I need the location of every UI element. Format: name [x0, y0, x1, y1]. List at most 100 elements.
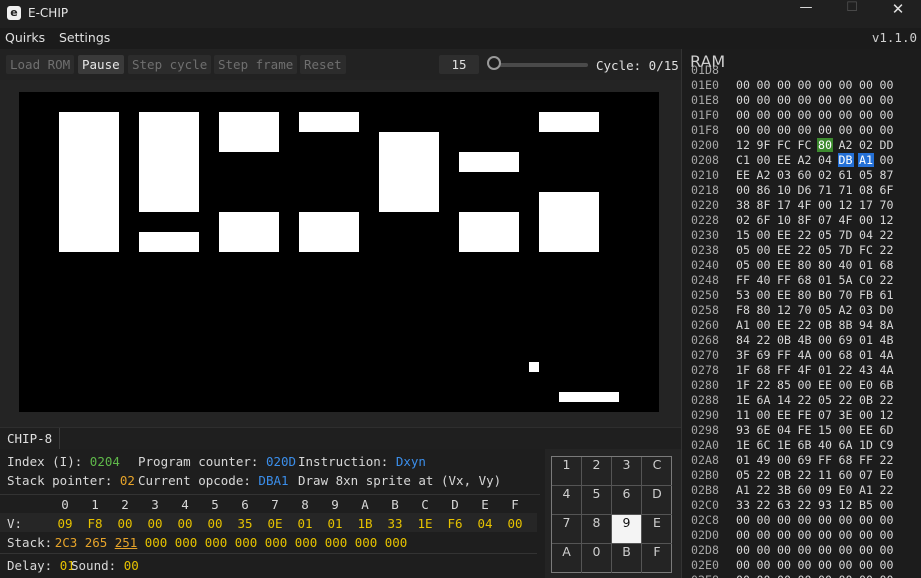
- ram-byte[interactable]: 00: [776, 543, 792, 557]
- ram-byte[interactable]: 93: [735, 423, 751, 437]
- ram-byte[interactable]: 00: [735, 78, 751, 92]
- ram-byte[interactable]: 1E: [735, 438, 751, 452]
- ram-byte[interactable]: 00: [797, 123, 813, 137]
- ram-byte[interactable]: 00: [797, 528, 813, 542]
- ram-byte[interactable]: 4F: [838, 213, 854, 227]
- ram-byte[interactable]: 22: [797, 393, 813, 407]
- ram-byte[interactable]: 4A: [879, 348, 895, 362]
- ram-byte[interactable]: A2: [838, 303, 854, 317]
- ram-byte[interactable]: 00: [756, 558, 772, 572]
- ram-byte[interactable]: 00: [756, 228, 772, 242]
- ram-byte[interactable]: 00: [838, 123, 854, 137]
- ram-byte[interactable]: 1D: [858, 438, 874, 452]
- ram-byte[interactable]: 00: [776, 513, 792, 527]
- ram-byte[interactable]: EE: [817, 378, 833, 392]
- ram-byte[interactable]: 68: [838, 453, 854, 467]
- ram-byte[interactable]: A2: [797, 153, 813, 167]
- ram-byte[interactable]: 8F: [797, 213, 813, 227]
- ram-byte[interactable]: 05: [817, 393, 833, 407]
- ram-byte[interactable]: 01: [735, 453, 751, 467]
- ram-byte[interactable]: E0: [858, 378, 874, 392]
- ram-byte[interactable]: 6B: [879, 378, 895, 392]
- ram-byte[interactable]: 00: [776, 453, 792, 467]
- ram-byte[interactable]: 22: [838, 393, 854, 407]
- ram-byte[interactable]: 00: [838, 93, 854, 107]
- ram-byte[interactable]: 49: [756, 453, 772, 467]
- ram-byte[interactable]: 00: [879, 93, 895, 107]
- ram-byte[interactable]: 00: [879, 153, 895, 167]
- ram-byte[interactable]: 00: [756, 108, 772, 122]
- ram-byte[interactable]: 68: [756, 363, 772, 377]
- ram-byte[interactable]: A1: [858, 483, 874, 497]
- ram-byte[interactable]: 1E: [735, 393, 751, 407]
- ram-byte[interactable]: D6: [797, 183, 813, 197]
- ram-byte[interactable]: A2: [838, 138, 854, 152]
- ram-byte[interactable]: 03: [776, 168, 792, 182]
- ram-byte[interactable]: 12: [838, 198, 854, 212]
- ram-byte[interactable]: 6C: [756, 438, 772, 452]
- ram-byte[interactable]: A1: [735, 483, 751, 497]
- ram-byte[interactable]: 09: [817, 483, 833, 497]
- ram-byte[interactable]: 80: [817, 138, 833, 152]
- keypad-key-c[interactable]: C: [642, 457, 672, 486]
- ram-byte[interactable]: 00: [797, 573, 813, 578]
- keypad-key-5[interactable]: 5: [582, 486, 612, 515]
- ram-byte[interactable]: 22: [838, 363, 854, 377]
- keypad-key-e[interactable]: E: [642, 515, 672, 544]
- ram-byte[interactable]: C9: [879, 438, 895, 452]
- ram-byte[interactable]: 3F: [735, 348, 751, 362]
- ram-byte[interactable]: 85: [776, 378, 792, 392]
- ram-byte[interactable]: DB: [837, 153, 854, 167]
- ram-byte[interactable]: 22: [879, 483, 895, 497]
- ram-byte[interactable]: 00: [756, 153, 772, 167]
- ram-byte[interactable]: 12: [735, 138, 751, 152]
- ram-byte[interactable]: 00: [756, 408, 772, 422]
- ram-byte[interactable]: 04: [817, 153, 833, 167]
- ram-byte[interactable]: 4B: [879, 333, 895, 347]
- ram-byte[interactable]: FF: [817, 453, 833, 467]
- ram-byte[interactable]: 00: [776, 108, 792, 122]
- ram-byte[interactable]: 8A: [879, 318, 895, 332]
- ram-byte[interactable]: E0: [879, 468, 895, 482]
- keypad-key-7[interactable]: 7: [552, 515, 582, 544]
- speed-input[interactable]: 15: [439, 55, 479, 74]
- ram-byte[interactable]: FF: [776, 363, 792, 377]
- ram-byte[interactable]: 02: [858, 138, 874, 152]
- ram-byte[interactable]: 00: [776, 123, 792, 137]
- ram-byte[interactable]: 61: [838, 168, 854, 182]
- ram-byte[interactable]: 22: [756, 483, 772, 497]
- ram-byte[interactable]: 00: [735, 573, 751, 578]
- ram-byte[interactable]: 00: [776, 558, 792, 572]
- ram-byte[interactable]: 00: [879, 498, 895, 512]
- keypad-key-4[interactable]: 4: [552, 486, 582, 515]
- ram-byte[interactable]: EE: [776, 228, 792, 242]
- ram-byte[interactable]: FF: [776, 348, 792, 362]
- ram-byte[interactable]: FF: [735, 273, 751, 287]
- ram-byte[interactable]: 0B: [858, 393, 874, 407]
- speed-slider-handle[interactable]: [487, 56, 501, 70]
- ram-byte[interactable]: 00: [735, 513, 751, 527]
- ram-byte[interactable]: 00: [797, 558, 813, 572]
- ram-byte[interactable]: 00: [838, 378, 854, 392]
- ram-byte[interactable]: 10: [776, 213, 792, 227]
- ram-byte[interactable]: 00: [838, 423, 854, 437]
- ram-byte[interactable]: EE: [735, 168, 751, 182]
- ram-byte[interactable]: 70: [838, 288, 854, 302]
- ram-byte[interactable]: 00: [756, 573, 772, 578]
- ram-byte[interactable]: 00: [756, 258, 772, 272]
- tab-chip8[interactable]: CHIP-8: [0, 428, 60, 449]
- reset-button[interactable]: Reset: [300, 55, 346, 74]
- ram-byte[interactable]: 7D: [838, 243, 854, 257]
- ram-byte[interactable]: 1F: [735, 363, 751, 377]
- ram-byte[interactable]: 05: [735, 243, 751, 257]
- ram-byte[interactable]: 01: [858, 258, 874, 272]
- ram-byte[interactable]: C0: [858, 273, 874, 287]
- ram-byte[interactable]: 69: [838, 333, 854, 347]
- ram-byte[interactable]: 00: [817, 108, 833, 122]
- ram-byte[interactable]: FF: [858, 453, 874, 467]
- pause-button[interactable]: Pause: [78, 55, 124, 74]
- keypad-key-8[interactable]: 8: [582, 515, 612, 544]
- ram-byte[interactable]: 00: [817, 348, 833, 362]
- ram-byte[interactable]: 22: [879, 243, 895, 257]
- ram-byte[interactable]: FF: [776, 273, 792, 287]
